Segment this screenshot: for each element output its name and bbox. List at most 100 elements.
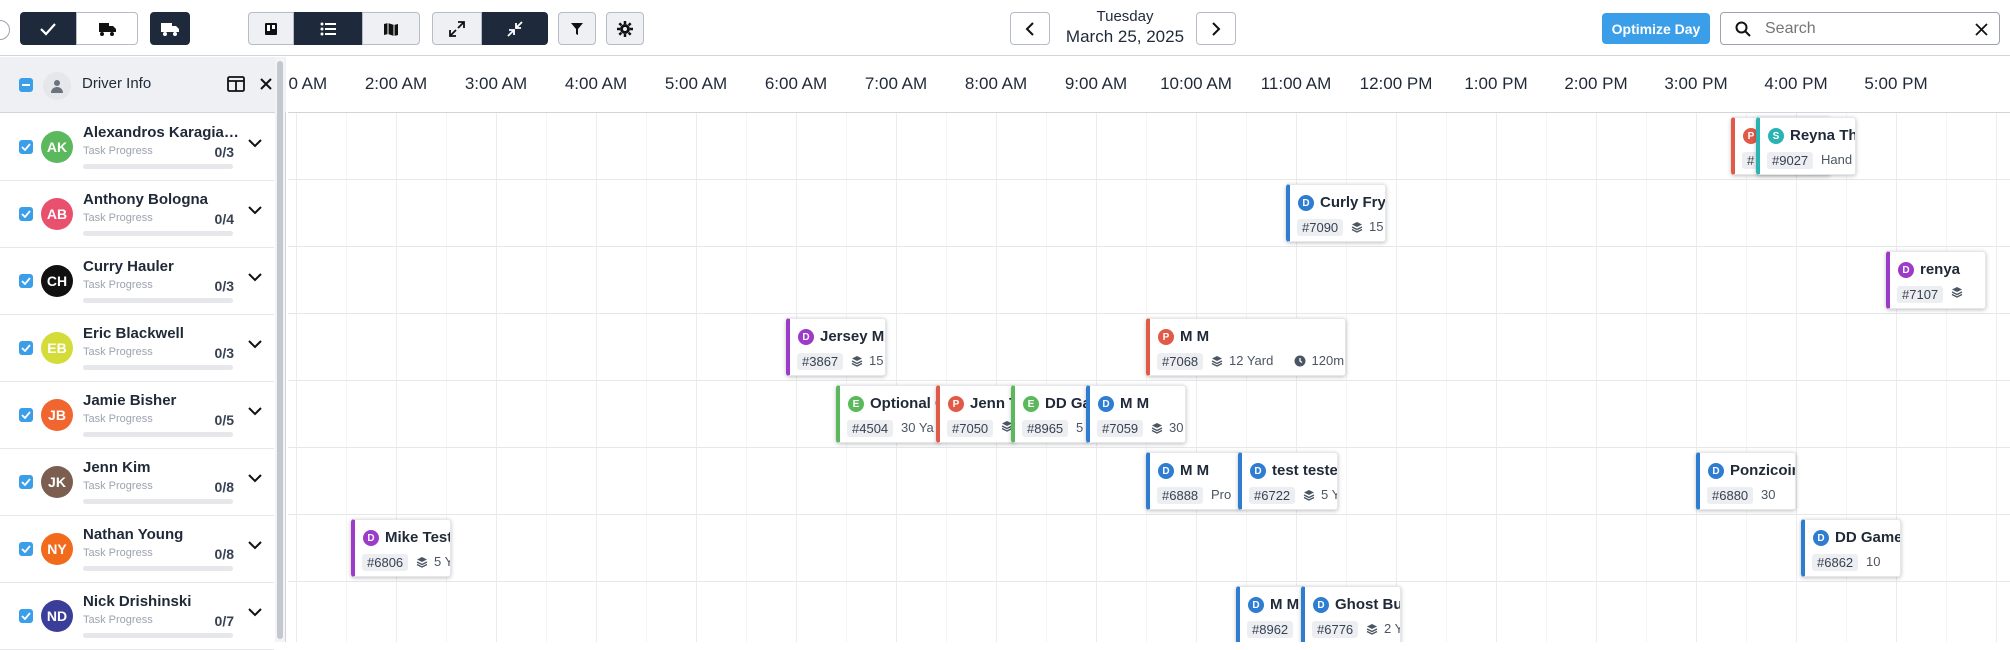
driver-row[interactable]: AB Anthony Bologna Task Progress 0/4 [0,181,274,248]
settings-button[interactable] [606,12,644,45]
task-card[interactable]: P Jenn T #7050 [936,385,1016,443]
task-customer-name: M M [1120,395,1150,412]
grid-line [1396,113,1397,642]
driver-avatar: CH [41,265,73,297]
select-all-checkbox[interactable] [19,78,33,92]
task-card[interactable]: D Mike Test #6806 5 Y [351,519,451,577]
map-view-button[interactable] [362,12,420,45]
user-icon [43,72,71,100]
task-type-badge: D [1298,195,1314,211]
driver-row[interactable]: EB Eric Blackwell Task Progress 0/3 [0,315,274,382]
driver-checkbox[interactable] [19,341,33,355]
clock-icon [1294,355,1305,366]
task-customer-name: DD Games [1835,529,1900,546]
chevron-down-icon[interactable] [248,474,262,483]
layers-icon [851,355,863,367]
task-type-badge: P [1158,329,1174,345]
driver-row[interactable]: JK Jenn Kim Task Progress 0/8 [0,449,274,516]
grid-line [996,113,997,642]
task-customer-name: DD Ga [1045,395,1089,412]
task-type-badge: D [1248,597,1264,613]
task-type-badge: D [1898,262,1914,278]
task-card[interactable]: D Ponzicoin #6880 30 [1696,452,1796,510]
hour-label: 2:00 PM [1564,74,1628,93]
driver-checkbox[interactable] [19,475,33,489]
check-icon [21,143,31,151]
task-card[interactable]: D Ghost Bus #6776 2 Y [1301,586,1401,642]
next-day-button[interactable] [1196,12,1236,45]
task-id: #7107 [1897,286,1944,303]
task-id: #6776 [1312,621,1359,638]
task-progress-count: 0/3 [214,144,234,160]
driver-row[interactable]: ND Nick Drishinski Task Progress 0/7 [0,583,274,650]
driver-checkbox[interactable] [19,274,33,288]
board-view-button[interactable] [248,12,294,45]
task-card[interactable]: Dtest tester #6722 5 Y [1238,452,1338,510]
row-divider [288,313,2010,314]
chevron-down-icon[interactable] [248,139,262,148]
driver-list-scrollbar[interactable] [275,57,285,642]
task-id: #8962 [1247,621,1294,638]
task-type-badge: E [848,396,864,412]
task-customer-name: M M [1180,462,1210,479]
driver-row[interactable]: NY Nathan Young Task Progress 0/8 [0,516,274,583]
grid-line [596,113,597,642]
task-card[interactable]: D M M #6888 Pro [1146,452,1241,510]
scrollbar-thumb[interactable] [277,61,283,639]
check-icon [21,411,31,419]
list-view-button[interactable] [294,12,362,45]
chevron-down-icon[interactable] [248,206,262,215]
optimize-day-button[interactable]: Optimize Day [1602,13,1710,44]
collapse-panel-handle[interactable] [0,20,10,40]
search-input[interactable] [1763,17,1963,41]
task-card[interactable]: S Reyna The #9027 Hand [1756,117,1856,175]
check-icon [21,277,31,285]
task-customer-name: Jersey Mi [820,328,886,345]
task-card[interactable]: D DD Games #6862 10 [1801,519,1901,577]
task-card[interactable]: D Curly Fry #7090 15 [1286,184,1386,242]
chevron-down-icon[interactable] [248,407,262,416]
truck-lock-button[interactable] [76,12,138,45]
layers-icon [416,556,428,568]
task-card[interactable]: D M M #7059 30 [1086,385,1186,443]
driver-checkbox[interactable] [19,542,33,556]
layout-toggle-icon[interactable] [227,76,245,92]
chevron-down-icon[interactable] [248,541,262,550]
grid-line [746,113,747,642]
row-divider [288,179,2010,180]
expand-button[interactable] [432,12,482,45]
chevron-down-icon[interactable] [248,608,262,617]
task-progress-bar [83,566,233,571]
collapse-button[interactable] [482,12,548,45]
task-type-badge: D [1158,463,1174,479]
check-icon [21,545,31,553]
truck-button[interactable] [150,12,190,45]
driver-row[interactable]: JB Jamie Bisher Task Progress 0/5 [0,382,274,449]
task-progress-count: 0/8 [214,546,234,562]
task-card[interactable]: E DD Ga #8965 5 [1011,385,1089,443]
task-progress-label: Task Progress [83,145,153,157]
task-card[interactable]: D Jersey Mi #3867 15 [786,318,886,376]
driver-checkbox[interactable] [19,207,33,221]
chevron-right-icon [1212,21,1221,36]
hour-label: 6:00 AM [764,74,828,93]
check-view-button[interactable] [20,12,76,45]
driver-checkbox[interactable] [19,609,33,623]
task-progress-count: 0/8 [214,479,234,495]
task-card[interactable]: Drenya #7107 [1886,251,1986,309]
driver-checkbox[interactable] [19,140,33,154]
task-card[interactable]: P M M #7068 12 Yard 120m [1146,318,1346,376]
chevron-down-icon[interactable] [248,273,262,282]
close-icon[interactable] [260,78,272,90]
driver-row[interactable]: CH Curry Hauler Task Progress 0/3 [0,248,274,315]
task-card[interactable]: D M M #8962 [1236,586,1304,642]
task-type-badge: D [1098,396,1114,412]
task-card[interactable]: E Optional C #4504 30 Ya [836,385,941,443]
chevron-down-icon[interactable] [248,340,262,349]
clear-search-icon[interactable] [1975,23,1988,36]
driver-checkbox[interactable] [19,408,33,422]
timeline-grid: P#SReyna The#9027HandDCurly Fry#709015Dr… [288,113,2010,642]
driver-row[interactable]: AK Alexandros Karagianidis Task Progress 0/… [0,114,274,181]
grid-line [1446,113,1447,642]
filter-button[interactable] [558,12,596,45]
